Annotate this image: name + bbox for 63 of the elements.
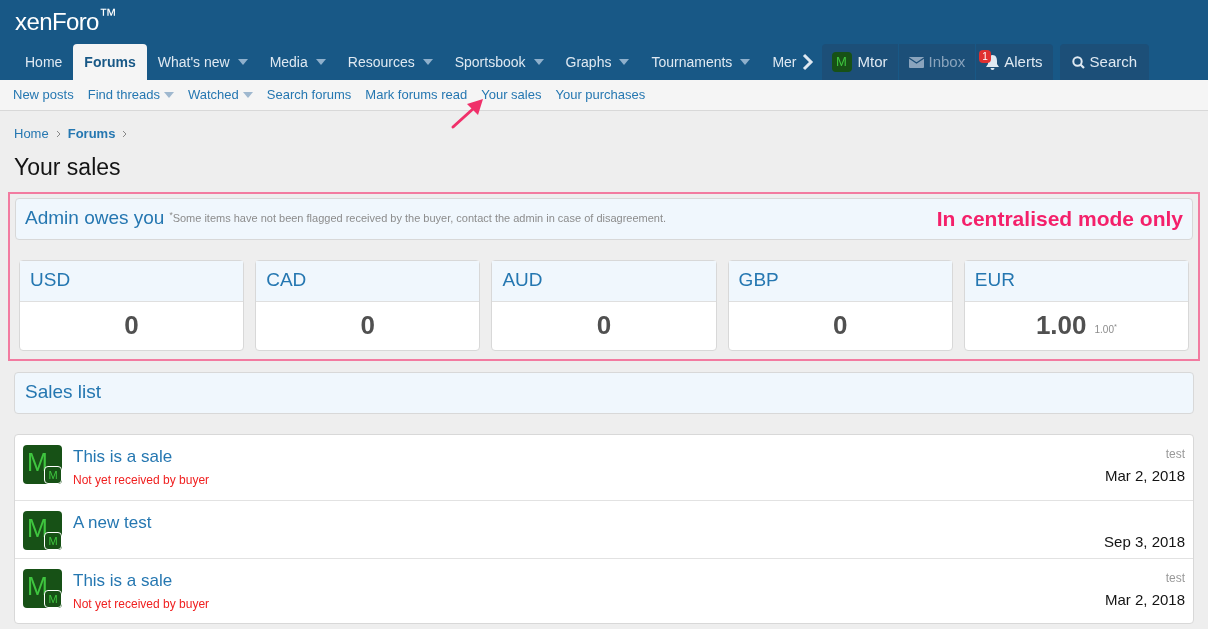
notification-badge: 1 xyxy=(979,50,991,63)
nav-tab[interactable]: Resources xyxy=(336,44,444,80)
caret-icon xyxy=(619,59,630,65)
caret-icon xyxy=(242,92,253,98)
caret-icon xyxy=(740,59,751,65)
nav-tab[interactable]: Home xyxy=(14,44,74,80)
nav-tab[interactable]: Mer xyxy=(761,44,808,80)
amount: 1.00 xyxy=(1035,309,1087,342)
breadcrumb-link[interactable]: Forums xyxy=(67,124,116,144)
search-icon xyxy=(1071,55,1085,69)
date-text: Mar 2, 2018 xyxy=(1104,465,1185,486)
sale-title-link[interactable]: A new test xyxy=(73,511,152,534)
subnav-link[interactable]: New posts xyxy=(6,85,81,105)
envelope-icon xyxy=(908,56,924,68)
page-title: Your sales xyxy=(13,152,122,182)
currency-code: CAD xyxy=(266,268,307,293)
account-button[interactable]: M Mtor xyxy=(821,44,898,80)
date-text: Sep 3, 2018 xyxy=(1104,531,1185,552)
chevron-right-icon xyxy=(122,129,128,138)
nav-tab[interactable]: Forums xyxy=(73,44,147,80)
amount: 0 xyxy=(596,309,612,342)
caret-icon xyxy=(315,59,326,65)
search-button[interactable]: Search xyxy=(1059,44,1150,80)
caret-icon xyxy=(237,59,248,65)
author-text: test xyxy=(1165,569,1185,587)
annotation-label: In centralised mode only xyxy=(936,205,1183,232)
sale-title-link[interactable]: This is a sale xyxy=(73,569,210,592)
amount: 0 xyxy=(360,309,376,342)
subnav-link[interactable]: Search forums xyxy=(259,85,359,105)
nav-tab[interactable]: Graphs xyxy=(554,44,641,80)
section-title: Admin owes you xyxy=(25,206,165,231)
note-text: $^{*}$Some items have not been flagged received by the buyer, contact the admin in case of disagreement. xyxy=(169,210,667,227)
nav-tab[interactable]: Tournaments xyxy=(640,44,762,80)
subnav-link[interactable]: Your purchases xyxy=(548,85,653,105)
amount: 0 xyxy=(832,309,848,342)
avatar: M xyxy=(831,52,852,72)
bell-icon xyxy=(986,54,1000,70)
caret-icon xyxy=(163,92,174,98)
subnav-link[interactable]: Your sales xyxy=(474,85,549,105)
nav-tab[interactable]: Sportsbook xyxy=(443,44,555,80)
currency-code: GBP xyxy=(738,268,779,293)
subnav-link[interactable]: Find threads xyxy=(80,85,181,105)
nav-tab[interactable]: Media xyxy=(258,44,337,80)
pending-amount: 1.00$^{*}$ xyxy=(1094,322,1117,337)
chevron-right-icon xyxy=(55,129,61,138)
section-title: Sales list xyxy=(25,380,102,405)
chevron-right-icon[interactable] xyxy=(801,53,814,71)
author-text: test xyxy=(1165,445,1185,463)
currency-code: USD xyxy=(30,268,71,293)
caret-icon xyxy=(422,59,433,65)
subnav-link[interactable]: Watched xyxy=(180,85,260,105)
nav-tab[interactable]: What's new xyxy=(146,44,259,80)
sale-title-link[interactable]: This is a sale xyxy=(73,445,210,468)
caret-icon xyxy=(533,59,544,65)
currency-code: EUR xyxy=(974,268,1015,293)
subnav-link[interactable]: Mark forums read xyxy=(358,85,475,105)
breadcrumb-link[interactable]: Home xyxy=(14,124,49,144)
status-text: Not yet received by buyer xyxy=(73,595,210,613)
date-text: Mar 2, 2018 xyxy=(1104,589,1185,610)
currency-code: AUD xyxy=(502,268,543,293)
logo[interactable]: xenForo$^{™}$ xyxy=(15,4,117,40)
status-text: Not yet received by buyer xyxy=(73,471,210,489)
amount: 0 xyxy=(124,309,139,342)
